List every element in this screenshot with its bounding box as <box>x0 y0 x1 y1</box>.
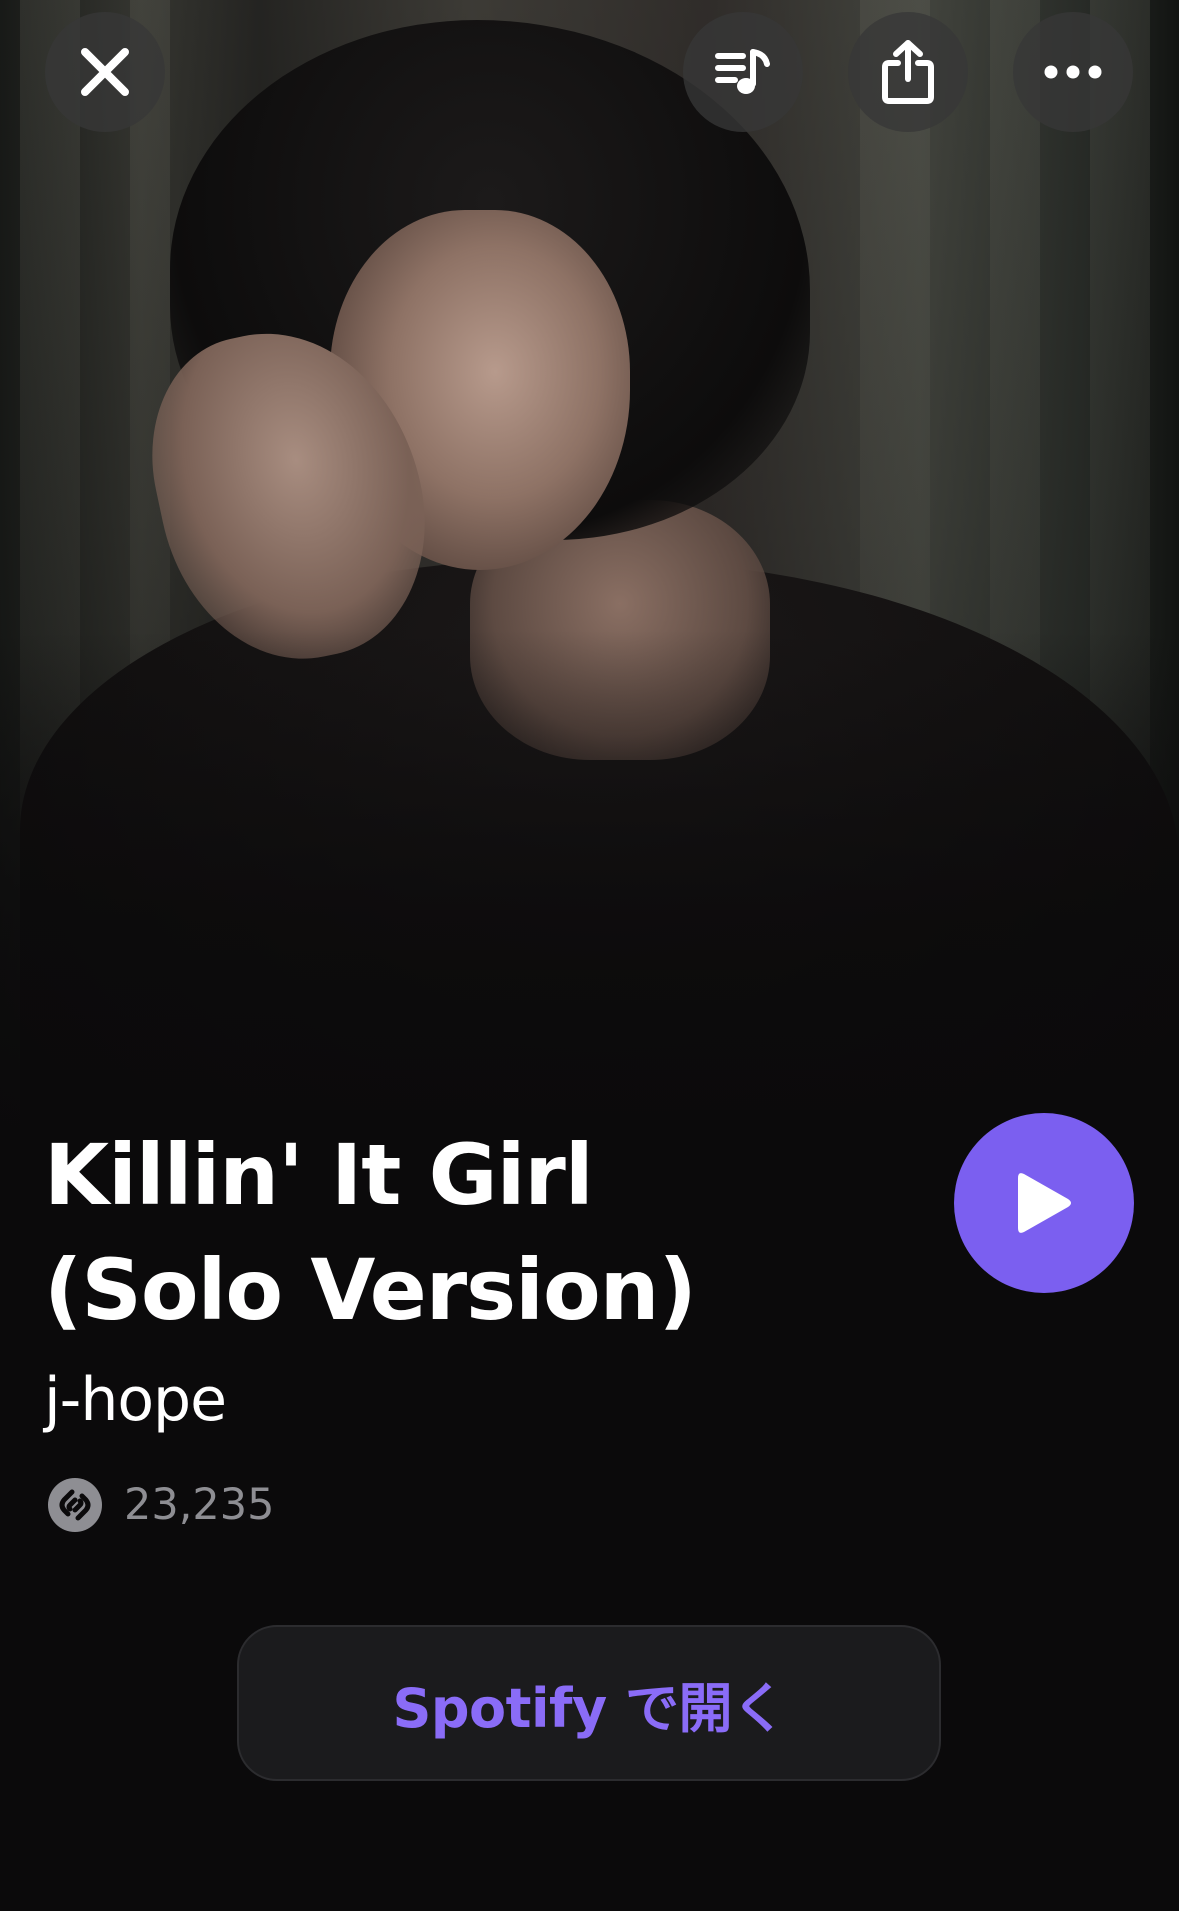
play-button[interactable] <box>954 1113 1134 1293</box>
track-title: Killin' It Girl (Solo Version) <box>44 1118 904 1348</box>
more-icon <box>1044 65 1102 79</box>
close-button[interactable] <box>45 12 165 132</box>
share-icon <box>882 40 934 104</box>
track-title-line-2: (Solo Version) <box>44 1241 697 1339</box>
shazam-count-row: 23,235 <box>48 1478 274 1532</box>
artist-name[interactable]: j-hope <box>44 1360 227 1440</box>
share-button[interactable] <box>848 12 968 132</box>
music-queue-icon <box>715 49 770 94</box>
close-icon <box>81 48 129 96</box>
open-in-spotify-label: Spotify で開く <box>392 1676 786 1740</box>
song-detail-screen: Killin' It Girl (Solo Version) j-hope 23… <box>0 0 1179 1911</box>
shazam-count: 23,235 <box>124 1480 275 1530</box>
track-title-line-1: Killin' It Girl <box>44 1126 594 1224</box>
play-icon <box>1018 1173 1071 1233</box>
more-options-button[interactable] <box>1013 12 1133 132</box>
music-queue-button[interactable] <box>683 12 803 132</box>
album-artwork <box>0 0 1179 1150</box>
shazam-icon <box>48 1478 102 1532</box>
open-in-spotify-button[interactable]: Spotify で開く <box>237 1625 941 1781</box>
